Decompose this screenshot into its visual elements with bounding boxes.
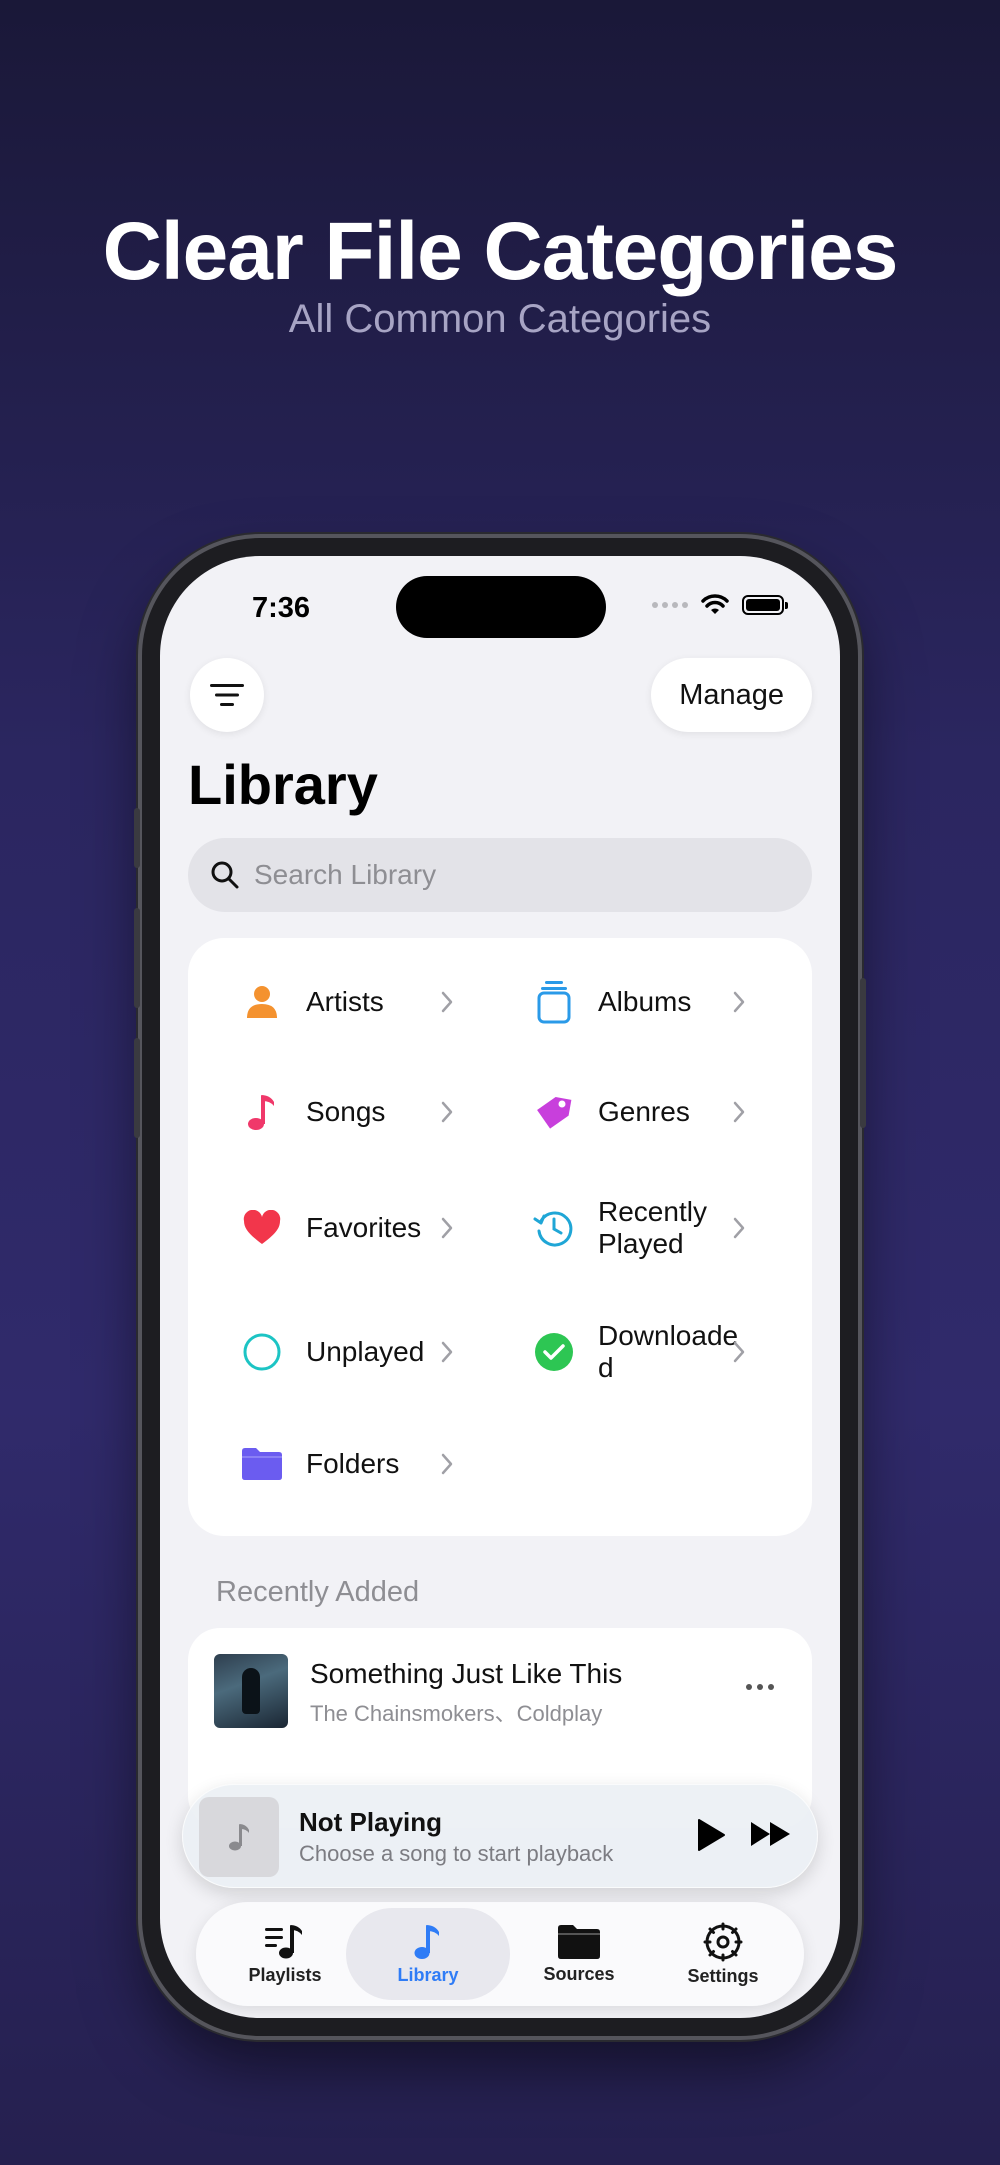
chevron-right-icon xyxy=(441,1101,453,1123)
song-title: Something Just Like This xyxy=(310,1658,623,1689)
phone-frame: 7:36 Manage Library Search Library Artis… xyxy=(134,538,866,2036)
hero-title: Clear File Categories xyxy=(102,206,899,297)
dynamic-island xyxy=(396,576,606,638)
tab-sources[interactable]: Sources xyxy=(504,1902,654,2006)
phone-volume-up xyxy=(134,908,140,1008)
manage-button[interactable]: Manage xyxy=(651,658,812,732)
category-label: Unplayed xyxy=(306,1336,425,1367)
category-genres[interactable]: Genres xyxy=(480,1062,772,1162)
category-label: Songs xyxy=(306,1096,386,1127)
phone-action-button xyxy=(134,808,140,868)
chevron-right-icon xyxy=(733,991,745,1013)
check-circle-icon xyxy=(524,1332,584,1372)
page-title: Library xyxy=(188,753,378,816)
status-time: 7:36 xyxy=(252,592,311,624)
category-label: Folders xyxy=(306,1448,400,1479)
chevron-right-icon xyxy=(441,1217,453,1239)
tab-settings[interactable]: Settings xyxy=(648,1902,798,2006)
category-unplayed[interactable]: Unplayed xyxy=(188,1302,480,1402)
sort-filter-button[interactable] xyxy=(190,658,264,732)
signal-dots-icon xyxy=(652,602,688,608)
mini-player-subtitle: Choose a song to start playback xyxy=(299,1841,614,1866)
category-favorites[interactable]: Favorites xyxy=(188,1178,480,1278)
phone-volume-down xyxy=(134,1038,140,1138)
tab-label: Sources xyxy=(543,1963,615,1984)
mini-player-title: Not Playing xyxy=(299,1807,443,1837)
play-icon[interactable] xyxy=(695,1817,727,1853)
categories-card: Artists Albums Songs Genres Favorites Re… xyxy=(188,938,812,1536)
albums-stack-icon xyxy=(524,980,584,1024)
history-clock-icon xyxy=(524,1207,584,1249)
phone-power-button xyxy=(860,978,866,1128)
gear-icon xyxy=(703,1922,743,1961)
category-label: Genres xyxy=(598,1096,690,1127)
status-icons xyxy=(652,594,788,616)
empty-circle-icon xyxy=(232,1332,292,1372)
category-label: Downloaded xyxy=(598,1320,739,1383)
recently-added-heading: Recently Added xyxy=(216,1576,420,1608)
category-label: Recently Played xyxy=(598,1196,707,1259)
category-folders[interactable]: Folders xyxy=(188,1414,480,1514)
chevron-right-icon xyxy=(441,1341,453,1363)
person-icon xyxy=(232,984,292,1020)
song-artist: The Chainsmokers、Coldplay xyxy=(310,1701,603,1726)
tab-playlists[interactable]: Playlists xyxy=(210,1902,360,2006)
category-artists[interactable]: Artists xyxy=(188,952,480,1052)
chevron-right-icon xyxy=(441,1453,453,1475)
chevron-right-icon xyxy=(733,1217,745,1239)
tab-label: Library xyxy=(397,1964,459,1985)
category-albums[interactable]: Albums xyxy=(480,952,772,1052)
category-downloaded[interactable]: Downloaded xyxy=(480,1302,772,1402)
album-cover xyxy=(214,1654,288,1728)
category-label: Favorites xyxy=(306,1212,422,1243)
search-input[interactable]: Search Library xyxy=(188,838,812,912)
tab-label: Settings xyxy=(687,1965,759,1986)
category-label: Artists xyxy=(306,986,384,1017)
chevron-right-icon xyxy=(441,991,453,1013)
music-note-icon xyxy=(232,1092,292,1132)
chevron-right-icon xyxy=(733,1101,745,1123)
search-placeholder: Search Library xyxy=(254,859,437,890)
category-recently-played[interactable]: Recently Played xyxy=(480,1178,772,1278)
fast-forward-icon[interactable] xyxy=(749,1819,793,1849)
category-label: Albums xyxy=(598,986,692,1017)
mini-player-artwork xyxy=(199,1797,279,1877)
wifi-icon xyxy=(701,594,729,614)
music-note-icon xyxy=(229,1824,249,1851)
battery-icon xyxy=(742,595,788,615)
more-options-icon[interactable] xyxy=(746,1684,774,1690)
music-note-icon xyxy=(414,1924,439,1959)
playlist-icon xyxy=(265,1924,302,1958)
search-icon xyxy=(211,861,239,889)
filter-lines-icon xyxy=(210,684,244,706)
tab-library[interactable]: Library xyxy=(346,1908,510,2000)
tab-bar: Playlists Library Sources Settings xyxy=(196,1902,804,2006)
heart-icon xyxy=(232,1210,292,1246)
chevron-right-icon xyxy=(733,1341,745,1363)
mini-player[interactable]: Not Playing Choose a song to start playb… xyxy=(182,1784,818,1888)
tab-label: Playlists xyxy=(248,1964,322,1985)
tag-icon xyxy=(524,1091,584,1133)
folder-icon xyxy=(558,1924,600,1959)
app-screen: 7:36 Manage Library Search Library Artis… xyxy=(160,556,840,2018)
category-songs[interactable]: Songs xyxy=(188,1062,480,1162)
folder-icon xyxy=(232,1447,292,1481)
hero-subtitle: All Common Categories xyxy=(288,297,712,341)
